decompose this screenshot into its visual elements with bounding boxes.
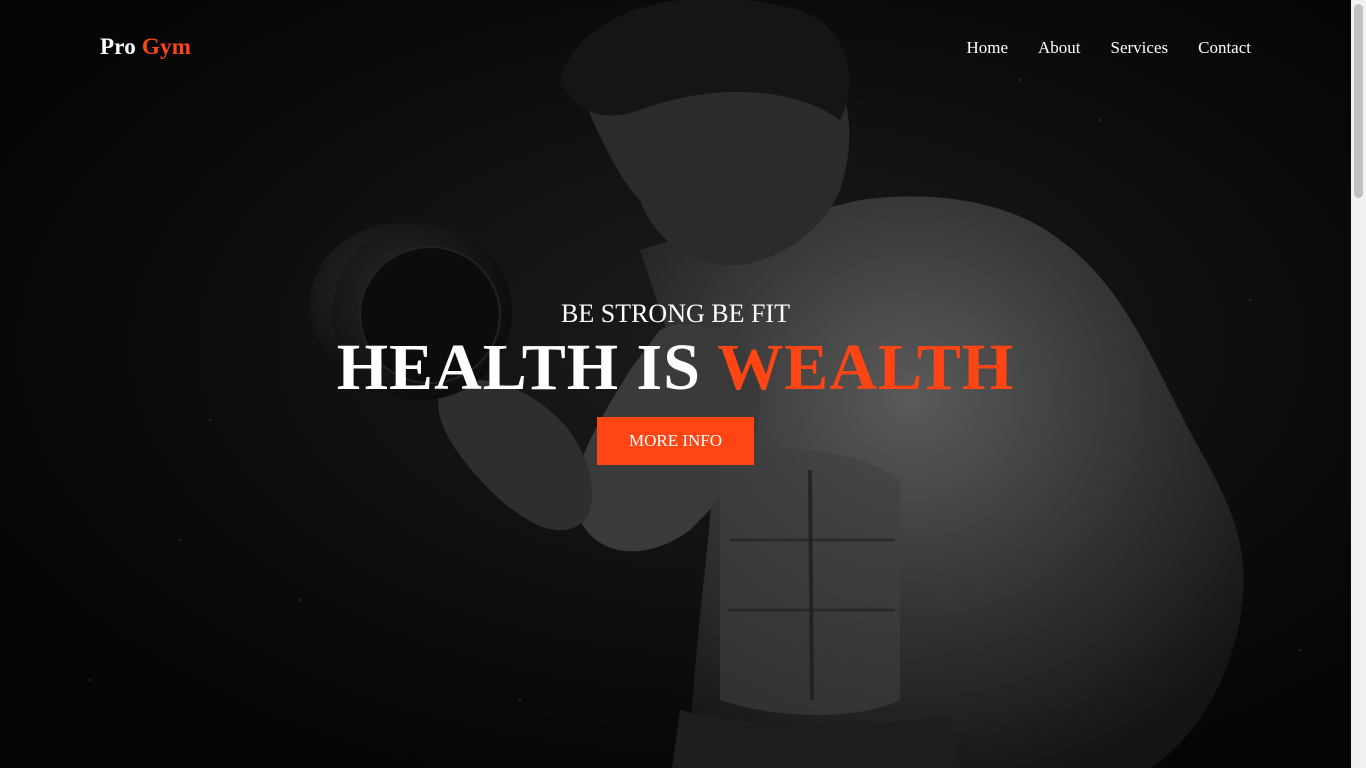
nav-item-contact[interactable]: Contact bbox=[1198, 38, 1251, 58]
hero-subtitle: BE STRONG BE FIT bbox=[561, 299, 790, 328]
vertical-scrollbar[interactable] bbox=[1351, 0, 1366, 768]
hero-title-part1: HEALTH IS bbox=[336, 331, 701, 404]
nav-item-services[interactable]: Services bbox=[1111, 38, 1169, 58]
nav-item-about[interactable]: About bbox=[1038, 38, 1081, 58]
brand-name-part1: Pro bbox=[100, 34, 136, 59]
main-nav: Home About Services Contact bbox=[966, 38, 1251, 58]
nav-item-home[interactable]: Home bbox=[966, 38, 1008, 58]
landing-page: Pro Gym Home About Services Contact BE S… bbox=[0, 0, 1366, 768]
brand-name-part2: Gym bbox=[141, 34, 192, 59]
scrollbar-thumb[interactable] bbox=[1354, 4, 1363, 198]
more-info-button[interactable]: MORE INFO bbox=[597, 417, 754, 465]
hero-title: HEALTH IS WEALTH bbox=[0, 330, 1351, 406]
hero-content: BE STRONG BE FIT HEALTH IS WEALTH MORE I… bbox=[0, 298, 1351, 465]
hero-title-part2: WEALTH bbox=[717, 331, 1015, 404]
brand-logo[interactable]: Pro Gym bbox=[100, 34, 191, 60]
